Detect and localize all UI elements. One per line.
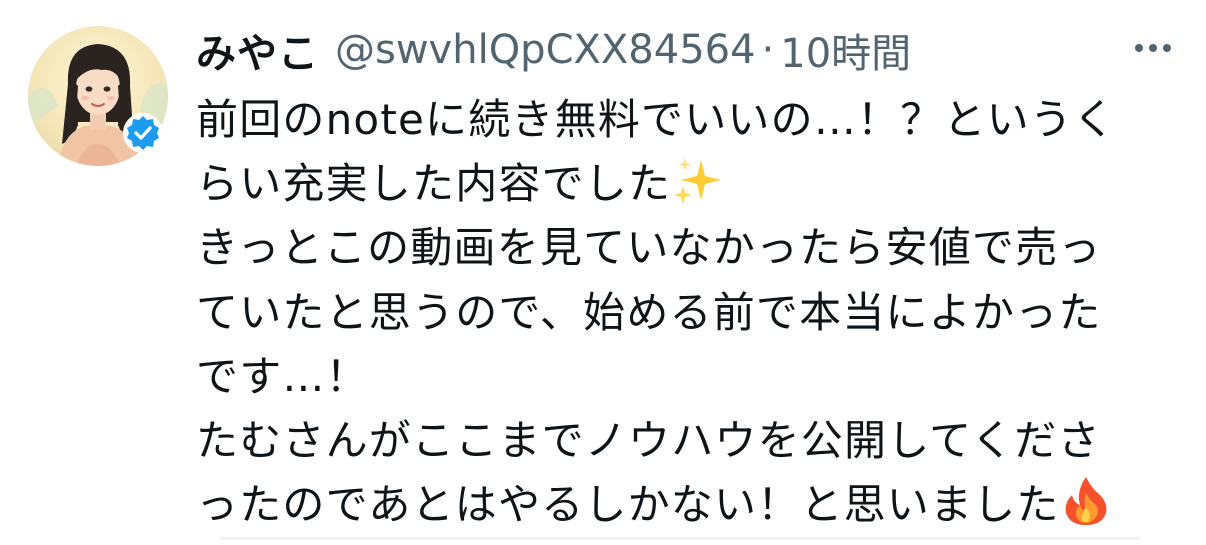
author-handle[interactable]: @swvhlQpCXX84564 — [335, 27, 756, 73]
header-separator: · — [761, 27, 775, 73]
fire-emoji — [1062, 475, 1110, 545]
tweet-text-line: たむさんがここまでノウハウを公開してくださ — [196, 415, 1101, 465]
author-display-name[interactable]: みやこ — [196, 21, 319, 79]
tweet-text-line: きっとこの動画を見ていなかったら安値で売っ — [196, 223, 1102, 273]
tweet-text-line: ったのであとはやるしかない！と思いました — [196, 473, 1196, 537]
avatar-container[interactable] — [28, 26, 168, 166]
verified-badge-icon — [122, 112, 164, 154]
tweet-body: 前回のnoteに続き無料でいいの…！？というく らい充実した内容でした きっとこ… — [196, 88, 1196, 537]
tweet-header: みやこ @swvhlQpCXX84564 · 10時間 — [196, 20, 911, 80]
more-options-icon — [1135, 44, 1171, 52]
tweet-text-line: 前回のnoteに続き無料でいいの…！？というく — [196, 95, 1117, 144]
tweet-text-line: です…！ — [196, 351, 369, 401]
tweet-timestamp[interactable]: 10時間 — [780, 21, 911, 79]
tweet-card[interactable]: みやこ @swvhlQpCXX84564 · 10時間 前回のnoteに続き無料… — [0, 0, 1206, 540]
sparkles-emoji — [673, 156, 723, 224]
tweet-text-line: らい充実した内容でした — [196, 152, 1196, 216]
more-options-button[interactable] — [1128, 28, 1178, 68]
tweet-text-line: ていたと思うので、始める前で本当によかった — [196, 287, 1102, 337]
